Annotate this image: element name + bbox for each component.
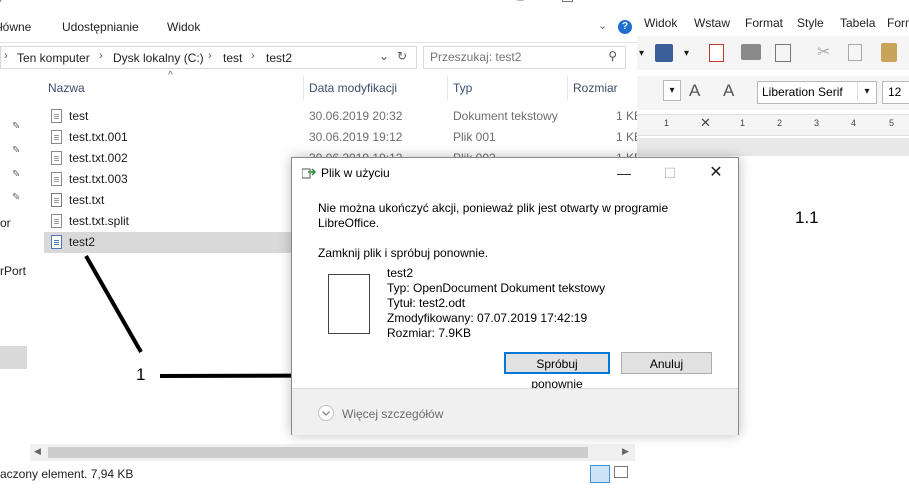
dialog-footer: Więcej szczegółów bbox=[292, 388, 738, 435]
annotation-label: 1 bbox=[136, 365, 146, 384]
close-icon[interactable]: ✕ bbox=[701, 162, 731, 184]
file-info-size: Rozmiar: 7.9KB bbox=[387, 326, 472, 340]
file-info-type: Typ: OpenDocument Dokument tekstowy bbox=[387, 281, 606, 295]
annotation-pointer-line bbox=[84, 255, 143, 353]
more-details-link[interactable]: Więcej szczegółów bbox=[342, 407, 443, 421]
dialog-instruction: Zamknij plik i spróbuj ponownie. bbox=[318, 246, 489, 260]
file-in-use-dialog: Plik w użyciu — ☐ ✕ Nie można ukończyć a… bbox=[291, 157, 739, 435]
dialog-titlebar: Plik w użyciu — ☐ ✕ bbox=[292, 158, 738, 188]
file-info-name: test2 bbox=[387, 266, 414, 280]
file-transfer-icon bbox=[302, 168, 316, 179]
minimize-icon[interactable]: — bbox=[609, 162, 639, 184]
dialog-title: Plik w użyciu bbox=[321, 166, 390, 180]
file-info-title: Tytuł: test2.odt bbox=[387, 296, 466, 310]
dialog-message: Nie można ukończyć akcji, ponieważ plik … bbox=[318, 201, 669, 230]
maximize-icon: ☐ bbox=[663, 165, 677, 181]
chevron-down-icon bbox=[322, 411, 330, 416]
retry-button[interactable]: Spróbuj ponownie bbox=[504, 352, 610, 391]
expand-details-icon[interactable] bbox=[318, 405, 334, 421]
cancel-button[interactable]: Anuluj bbox=[621, 352, 712, 374]
file-thumbnail bbox=[328, 274, 370, 334]
file-info-modified: Zmodyfikowany: 07.07.2019 17:42:19 bbox=[387, 311, 588, 325]
